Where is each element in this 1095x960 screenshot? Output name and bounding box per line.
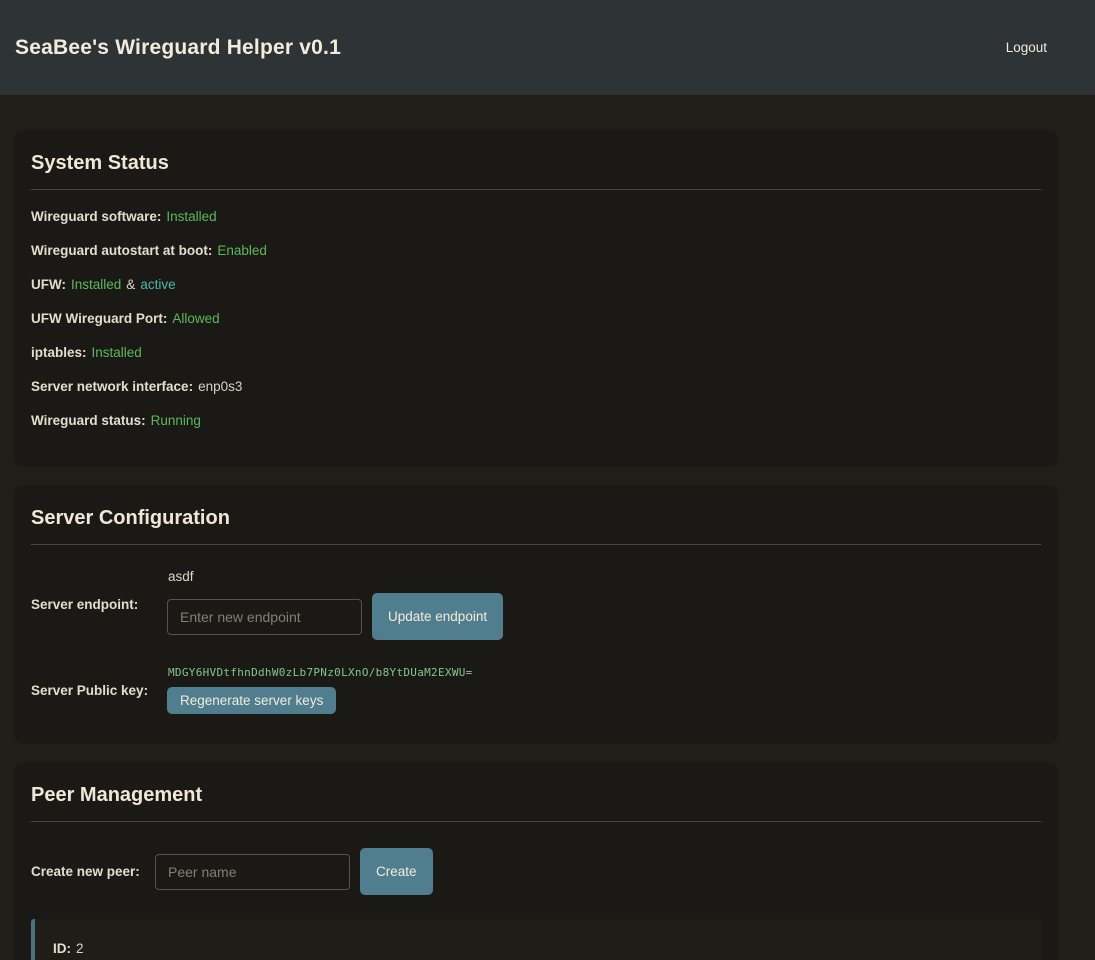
server-configuration-section: Server Configuration Server endpoint: as… (14, 485, 1058, 744)
status-value: Installed (92, 345, 142, 360)
create-peer-row: Create new peer: Create (31, 848, 1041, 895)
server-public-key-row: Server Public key: MDGY6HVDtfhnDdhW0zLb7… (31, 666, 1041, 714)
status-row-wireguard-status: Wireguard status:Running (31, 413, 1041, 428)
divider (31, 189, 1041, 190)
status-row-ufw: UFW:Installed&active (31, 277, 1041, 292)
server-endpoint-controls: asdf Update endpoint (167, 569, 503, 640)
status-row-autostart: Wireguard autostart at boot:Enabled (31, 243, 1041, 258)
status-row-iptables: iptables:Installed (31, 345, 1041, 360)
endpoint-input[interactable] (167, 599, 362, 635)
status-row-wireguard-software: Wireguard software:Installed (31, 209, 1041, 224)
divider (31, 544, 1041, 545)
system-status-section: System Status Wireguard software:Install… (14, 130, 1058, 467)
server-configuration-title: Server Configuration (31, 507, 1041, 530)
app-title: SeaBee's Wireguard Helper v0.1 (15, 36, 341, 60)
system-status-title: System Status (31, 152, 1041, 175)
create-peer-label: Create new peer: (31, 864, 155, 879)
current-endpoint-value: asdf (168, 569, 503, 584)
status-value: Enabled (217, 243, 267, 258)
peer-id-line: ID:2 (53, 941, 1023, 956)
peer-name-input[interactable] (155, 854, 350, 890)
divider (31, 821, 1041, 822)
server-public-key-label: Server Public key: (31, 683, 167, 698)
server-public-key-controls: MDGY6HVDtfhnDdhW0zLb7PNz0LXnO/b8YtDUaM2E… (167, 666, 473, 714)
status-value: Installed (71, 277, 121, 292)
status-value: enp0s3 (198, 379, 242, 394)
server-endpoint-row: Server endpoint: asdf Update endpoint (31, 569, 1041, 640)
status-value-secondary: active (140, 277, 175, 292)
app-header: SeaBee's Wireguard Helper v0.1 Logout (0, 0, 1095, 95)
status-value: Running (151, 413, 201, 428)
peer-item: ID:2 Name:asdf Public Key:ckyOHj5Bk8707g… (31, 919, 1041, 960)
peer-management-section: Peer Management Create new peer: Create … (14, 762, 1058, 960)
page-content: System Status Wireguard software:Install… (0, 95, 1095, 960)
update-endpoint-button[interactable]: Update endpoint (372, 593, 503, 640)
status-value: Installed (166, 209, 216, 224)
status-value: Allowed (172, 311, 219, 326)
server-public-key-value: MDGY6HVDtfhnDdhW0zLb7PNz0LXnO/b8YtDUaM2E… (168, 666, 473, 679)
regenerate-server-keys-button[interactable]: Regenerate server keys (167, 687, 336, 714)
peer-management-title: Peer Management (31, 784, 1041, 807)
status-row-network-interface: Server network interface:enp0s3 (31, 379, 1041, 394)
status-row-ufw-port: UFW Wireguard Port:Allowed (31, 311, 1041, 326)
status-separator: & (126, 277, 135, 292)
server-endpoint-label: Server endpoint: (31, 597, 167, 612)
logout-link[interactable]: Logout (1006, 40, 1047, 55)
create-peer-button[interactable]: Create (360, 848, 433, 895)
peer-id-value: 2 (76, 941, 84, 956)
